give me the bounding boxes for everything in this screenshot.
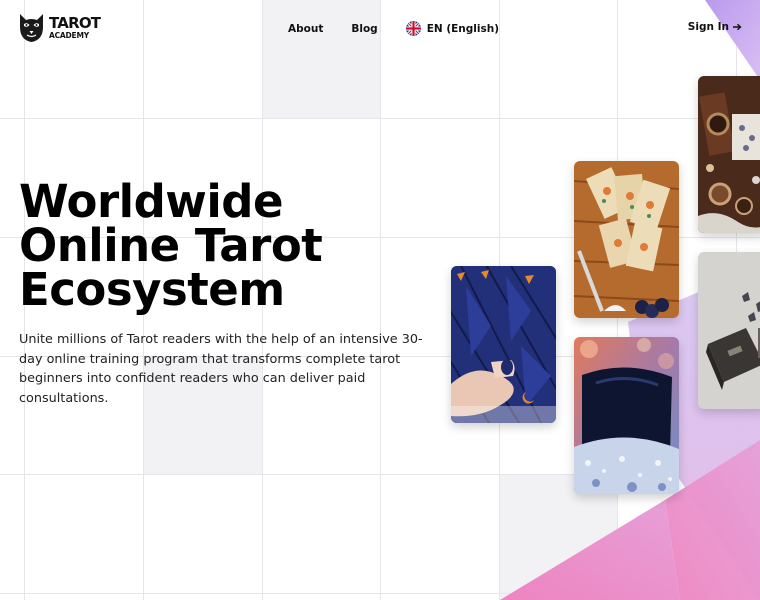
tarot-photo-card-table <box>698 76 760 233</box>
hero-title-line: Worldwide <box>19 175 284 228</box>
sign-in-label: Sign In <box>687 21 729 33</box>
landing-page: TAROT ACADEMY About Blog EN (English) Si… <box>0 0 760 600</box>
hero-title: Worldwide Online Tarot Ecosystem <box>19 175 323 316</box>
nav-about-link[interactable]: About <box>288 23 323 35</box>
nav-blog-link[interactable]: Blog <box>351 23 377 35</box>
hero-title-line: Online Tarot <box>19 219 323 272</box>
language-label: EN (English) <box>426 22 500 35</box>
brand-name: TAROT <box>49 14 101 33</box>
tarot-photo-card-crystal <box>574 337 679 494</box>
sign-in-button[interactable]: Sign In <box>688 21 742 33</box>
brand-logo[interactable]: TAROT ACADEMY <box>18 13 101 43</box>
cat-skull-icon <box>20 14 43 42</box>
arrow-right-icon <box>733 23 742 31</box>
hero-description: Unite millions of Tarot readers with the… <box>19 332 423 406</box>
language-selector[interactable]: EN (English) <box>405 21 500 36</box>
tarot-photo-card-box <box>698 252 760 409</box>
hero-title-line: Ecosystem <box>19 263 285 316</box>
main-nav: About Blog EN (English) <box>288 21 499 36</box>
uk-flag-icon <box>405 21 421 36</box>
brand-tagline: ACADEMY <box>49 31 89 41</box>
tarot-photo-card-spread <box>574 161 679 318</box>
tarot-photo-card-hand <box>451 266 556 423</box>
site-header: TAROT ACADEMY About Blog EN (English) Si… <box>0 0 760 58</box>
brand-wordmark: TAROT ACADEMY <box>49 14 101 41</box>
